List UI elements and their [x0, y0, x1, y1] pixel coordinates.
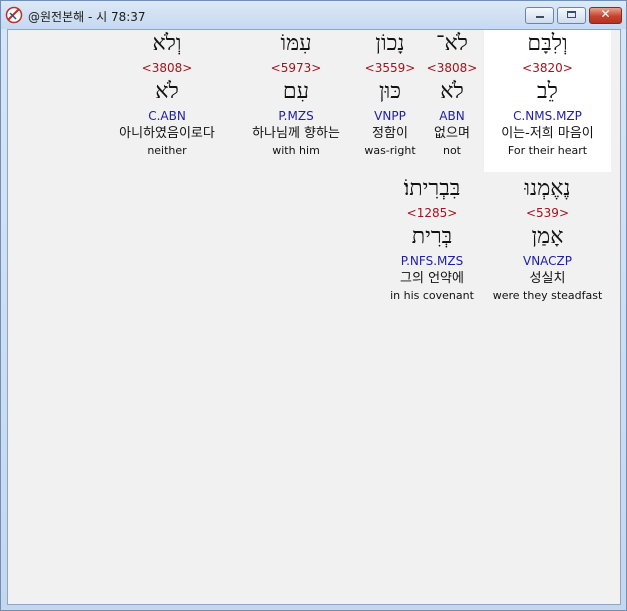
- minimize-icon: [536, 16, 544, 18]
- strong-number[interactable]: <3820>: [484, 60, 611, 76]
- hebrew-word: עִמּוֹ: [280, 31, 312, 56]
- morph-code[interactable]: ABN: [422, 108, 482, 124]
- word-cell[interactable]: עִמּוֹ <5973> עִם P.MZS 하나님께 향하는 with hi…: [236, 30, 356, 172]
- hebrew-lemma: לֵב: [537, 79, 558, 104]
- strong-number[interactable]: <3559>: [359, 60, 421, 76]
- word-cell[interactable]: בִּבְרִיתוֹ׃ <1285> בְּרִית P.NFS.MZS 그의…: [382, 175, 482, 311]
- morph-code[interactable]: VNACZP: [484, 253, 611, 269]
- word-cell[interactable]: נֶאֶמְנוּ <539> אָמַן VNACZP 성실치 were th…: [484, 175, 611, 311]
- hebrew-lemma: בְּרִית: [411, 224, 453, 249]
- strong-number[interactable]: <1285>: [382, 205, 482, 221]
- strong-number[interactable]: <3808>: [422, 60, 482, 76]
- english-gloss: neither: [147, 144, 187, 157]
- word-cell[interactable]: לֹא־ <3808> לֹא ABN 없으며 not: [422, 30, 482, 172]
- strong-number[interactable]: <5973>: [236, 60, 356, 76]
- strong-number[interactable]: <3808>: [100, 60, 234, 76]
- hebrew-word: בִּבְרִיתוֹ׃: [403, 176, 461, 201]
- word-cell[interactable]: וְלִבָּם <3820> לֵב C.NMS.MZP 이는-저희 마음이 …: [484, 30, 611, 172]
- korean-gloss: 정함이: [372, 126, 408, 141]
- strong-number[interactable]: <539>: [484, 205, 611, 221]
- hebrew-word: וְלִבָּם: [527, 31, 568, 56]
- korean-gloss: 없으며: [434, 126, 470, 141]
- english-gloss: were they steadfast: [492, 289, 603, 302]
- word-cell[interactable]: וְלֹא <3808> לֹא C.ABN 아니하였음이로다 neither: [100, 30, 234, 172]
- korean-gloss: 하나님께 향하는: [252, 126, 340, 141]
- title-bar[interactable]: @원전본해 - 시 78:37 ✕: [1, 1, 626, 29]
- morph-code[interactable]: VNPP: [359, 108, 421, 124]
- close-button[interactable]: ✕: [589, 7, 622, 24]
- interlinear-panel: וְלִבָּם <3820> לֵב C.NMS.MZP 이는-저희 마음이 …: [7, 29, 621, 605]
- korean-gloss: 성실치: [529, 271, 566, 286]
- hebrew-word: נָכוֹן: [375, 31, 405, 56]
- morph-code[interactable]: C.NMS.MZP: [484, 108, 611, 124]
- korean-gloss: 아니하였음이로다: [119, 126, 215, 141]
- close-icon: ✕: [600, 7, 611, 21]
- hebrew-lemma: אָמַן: [531, 224, 564, 249]
- hebrew-lemma: כּוּן: [379, 79, 401, 104]
- korean-gloss: 그의 언약에: [400, 271, 464, 286]
- window-title: @원전본해 - 시 78:37: [28, 10, 146, 24]
- english-gloss: was-right: [364, 144, 416, 157]
- maximize-icon: [567, 11, 576, 18]
- app-window: @원전본해 - 시 78:37 ✕ וְלִבָּם <3820> לֵב C.…: [0, 0, 627, 611]
- hebrew-word: לֹא־: [436, 31, 468, 56]
- english-gloss: with him: [272, 144, 320, 157]
- app-logo-icon: [5, 6, 23, 24]
- morph-code[interactable]: P.NFS.MZS: [382, 253, 482, 269]
- hebrew-lemma: לֹא: [440, 79, 464, 104]
- korean-gloss: 이는-저희 마음이: [501, 126, 594, 141]
- english-gloss: in his covenant: [390, 289, 474, 302]
- morph-code[interactable]: C.ABN: [100, 108, 234, 124]
- hebrew-word: נֶאֶמְנוּ: [524, 176, 571, 201]
- maximize-button[interactable]: [557, 7, 586, 24]
- hebrew-word: וְלֹא: [152, 31, 182, 56]
- minimize-button[interactable]: [525, 7, 554, 24]
- english-gloss: not: [442, 144, 461, 157]
- english-gloss: For their heart: [507, 144, 588, 157]
- hebrew-lemma: עִם: [282, 79, 310, 104]
- hebrew-lemma: לֹא: [155, 79, 179, 104]
- word-cell[interactable]: נָכוֹן <3559> כּוּן VNPP 정함이 was-right: [359, 30, 421, 172]
- morph-code[interactable]: P.MZS: [236, 108, 356, 124]
